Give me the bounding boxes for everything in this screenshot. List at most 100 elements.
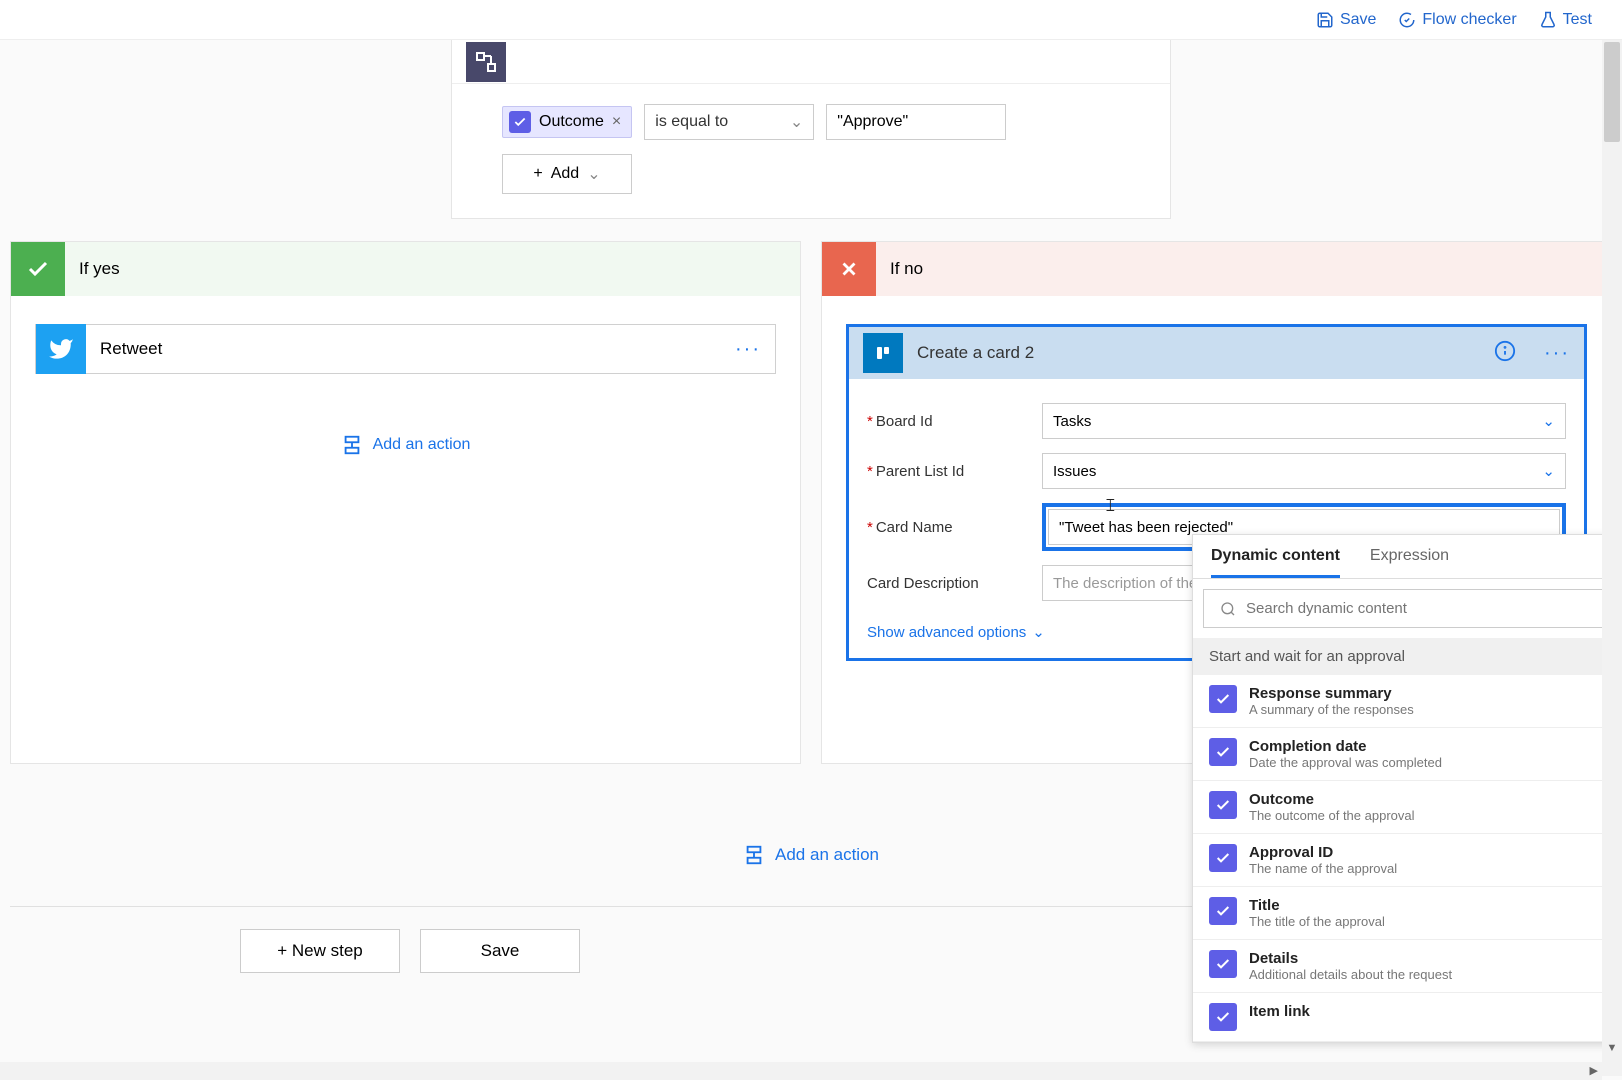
chevron-down-icon: ⌄ xyxy=(587,164,600,184)
dynamic-item[interactable]: Completion dateDate the approval was com… xyxy=(1193,728,1621,781)
card-desc-placeholder: The description of the xyxy=(1053,575,1197,592)
approval-icon xyxy=(1209,738,1237,766)
save-icon xyxy=(1316,11,1334,29)
trello-icon xyxy=(863,333,903,373)
test-label: Test xyxy=(1563,11,1592,29)
parent-list-select[interactable]: Issues ⌄ xyxy=(1042,453,1566,489)
parent-list-value: Issues xyxy=(1053,463,1096,480)
add-action-label: Add an action xyxy=(373,436,471,454)
add-action-icon xyxy=(743,844,765,866)
dynamic-item-title: Item link xyxy=(1249,1003,1310,1020)
create-card-header[interactable]: Create a card 2 ··· xyxy=(849,327,1584,379)
parent-list-row: *Parent List Id Issues ⌄ xyxy=(867,453,1566,489)
footer-save-label: Save xyxy=(481,941,520,961)
create-card-title: Create a card 2 xyxy=(917,343,1480,363)
dynamic-item-title: Response summary xyxy=(1249,685,1414,702)
vertical-scrollbar[interactable]: ▼ xyxy=(1602,40,1622,1076)
add-action-yes[interactable]: Add an action xyxy=(35,434,776,456)
approval-icon xyxy=(1209,685,1237,713)
condition-field-chip[interactable]: Outcome × xyxy=(502,106,632,138)
dynamic-item[interactable]: Item link xyxy=(1193,993,1621,1042)
parent-list-label: Parent List Id xyxy=(876,463,964,480)
dynamic-search[interactable] xyxy=(1203,589,1611,628)
test-icon xyxy=(1539,11,1557,29)
add-condition-button[interactable]: + Add ⌄ xyxy=(502,154,632,194)
dynamic-item[interactable]: Response summaryA summary of the respons… xyxy=(1193,675,1621,728)
dynamic-item[interactable]: TitleThe title of the approval xyxy=(1193,887,1621,940)
footer-save-button[interactable]: Save xyxy=(420,929,580,973)
approval-icon xyxy=(1209,950,1237,978)
more-icon[interactable]: ··· xyxy=(1544,342,1570,365)
tab-dynamic-content[interactable]: Dynamic content xyxy=(1211,547,1340,578)
dynamic-item-desc: Additional details about the request xyxy=(1249,967,1452,982)
more-icon[interactable]: ··· xyxy=(735,338,775,361)
chip-remove-icon[interactable]: × xyxy=(612,113,621,131)
operator-value: is equal to xyxy=(655,113,728,131)
dynamic-item[interactable]: OutcomeThe outcome of the approval xyxy=(1193,781,1621,834)
scroll-down-icon[interactable]: ▼ xyxy=(1604,1042,1620,1058)
chevron-down-icon: ⌄ xyxy=(1542,412,1555,430)
dynamic-item-title: Outcome xyxy=(1249,791,1415,808)
show-advanced-link[interactable]: Show advanced options ⌄ xyxy=(867,623,1045,641)
board-id-value: Tasks xyxy=(1053,413,1091,430)
if-yes-branch: If yes Retweet ··· Add an action xyxy=(10,241,801,764)
dynamic-item-desc: A summary of the responses xyxy=(1249,702,1414,717)
board-id-label: Board Id xyxy=(876,413,933,430)
checkmark-icon xyxy=(11,242,65,296)
scroll-thumb[interactable] xyxy=(1604,42,1620,142)
card-name-value: "Tweet has been rejected" xyxy=(1059,519,1233,536)
twitter-icon xyxy=(36,324,86,374)
operator-select[interactable]: is equal to ⌄ xyxy=(644,104,814,140)
chip-label: Outcome xyxy=(539,113,604,131)
approval-icon xyxy=(509,111,531,133)
save-label: Save xyxy=(1340,11,1376,29)
condition-value-input[interactable] xyxy=(826,104,1006,140)
chevron-down-icon: ⌄ xyxy=(1032,623,1045,641)
dynamic-item-title: Title xyxy=(1249,897,1385,914)
dynamic-item-title: Completion date xyxy=(1249,738,1442,755)
new-step-button[interactable]: + New step xyxy=(240,929,400,973)
save-button[interactable]: Save xyxy=(1316,11,1376,29)
text-cursor-icon: 𝙸 xyxy=(1104,495,1117,516)
dynamic-item-desc: The name of the approval xyxy=(1249,861,1397,876)
tab-expression[interactable]: Expression xyxy=(1370,547,1449,578)
card-desc-label: Card Description xyxy=(867,575,979,592)
retweet-action-card[interactable]: Retweet ··· xyxy=(35,324,776,374)
test-button[interactable]: Test xyxy=(1539,11,1592,29)
plus-icon: + xyxy=(533,165,542,183)
new-step-label: + New step xyxy=(277,941,363,961)
horizontal-scrollbar[interactable]: ▶ xyxy=(0,1062,1602,1080)
flow-checker-label: Flow checker xyxy=(1422,11,1516,29)
board-id-row: *Board Id Tasks ⌄ xyxy=(867,403,1566,439)
approval-icon xyxy=(1209,1003,1237,1031)
dynamic-section-header: Start and wait for an approval xyxy=(1193,638,1621,675)
add-action-bottom-label: Add an action xyxy=(775,845,879,865)
flow-checker-icon xyxy=(1398,11,1416,29)
scroll-right-icon[interactable]: ▶ xyxy=(1590,1064,1598,1077)
condition-header xyxy=(452,40,1170,84)
close-icon xyxy=(822,242,876,296)
dynamic-item-title: Approval ID xyxy=(1249,844,1397,861)
dynamic-item[interactable]: DetailsAdditional details about the requ… xyxy=(1193,940,1621,993)
retweet-label: Retweet xyxy=(86,339,735,359)
info-icon[interactable] xyxy=(1494,340,1516,367)
dynamic-item-title: Details xyxy=(1249,950,1452,967)
approval-icon xyxy=(1209,791,1237,819)
condition-icon xyxy=(466,42,506,82)
dynamic-item-desc: The outcome of the approval xyxy=(1249,808,1415,823)
dynamic-item[interactable]: Approval IDThe name of the approval xyxy=(1193,834,1621,887)
if-no-header[interactable]: If no xyxy=(822,242,1611,296)
card-name-label: Card Name xyxy=(876,519,953,536)
if-no-label: If no xyxy=(890,259,923,279)
dynamic-items-list: Response summaryA summary of the respons… xyxy=(1193,675,1621,1042)
dynamic-search-input[interactable] xyxy=(1246,600,1594,617)
condition-card[interactable]: Outcome × is equal to ⌄ + Add ⌄ xyxy=(451,40,1171,219)
board-id-select[interactable]: Tasks ⌄ xyxy=(1042,403,1566,439)
flow-checker-button[interactable]: Flow checker xyxy=(1398,11,1516,29)
approval-icon xyxy=(1209,844,1237,872)
if-yes-label: If yes xyxy=(79,259,120,279)
dynamic-item-desc: Date the approval was completed xyxy=(1249,755,1442,770)
show-advanced-label: Show advanced options xyxy=(867,624,1026,641)
if-yes-header[interactable]: If yes xyxy=(11,242,800,296)
search-icon xyxy=(1220,601,1236,617)
